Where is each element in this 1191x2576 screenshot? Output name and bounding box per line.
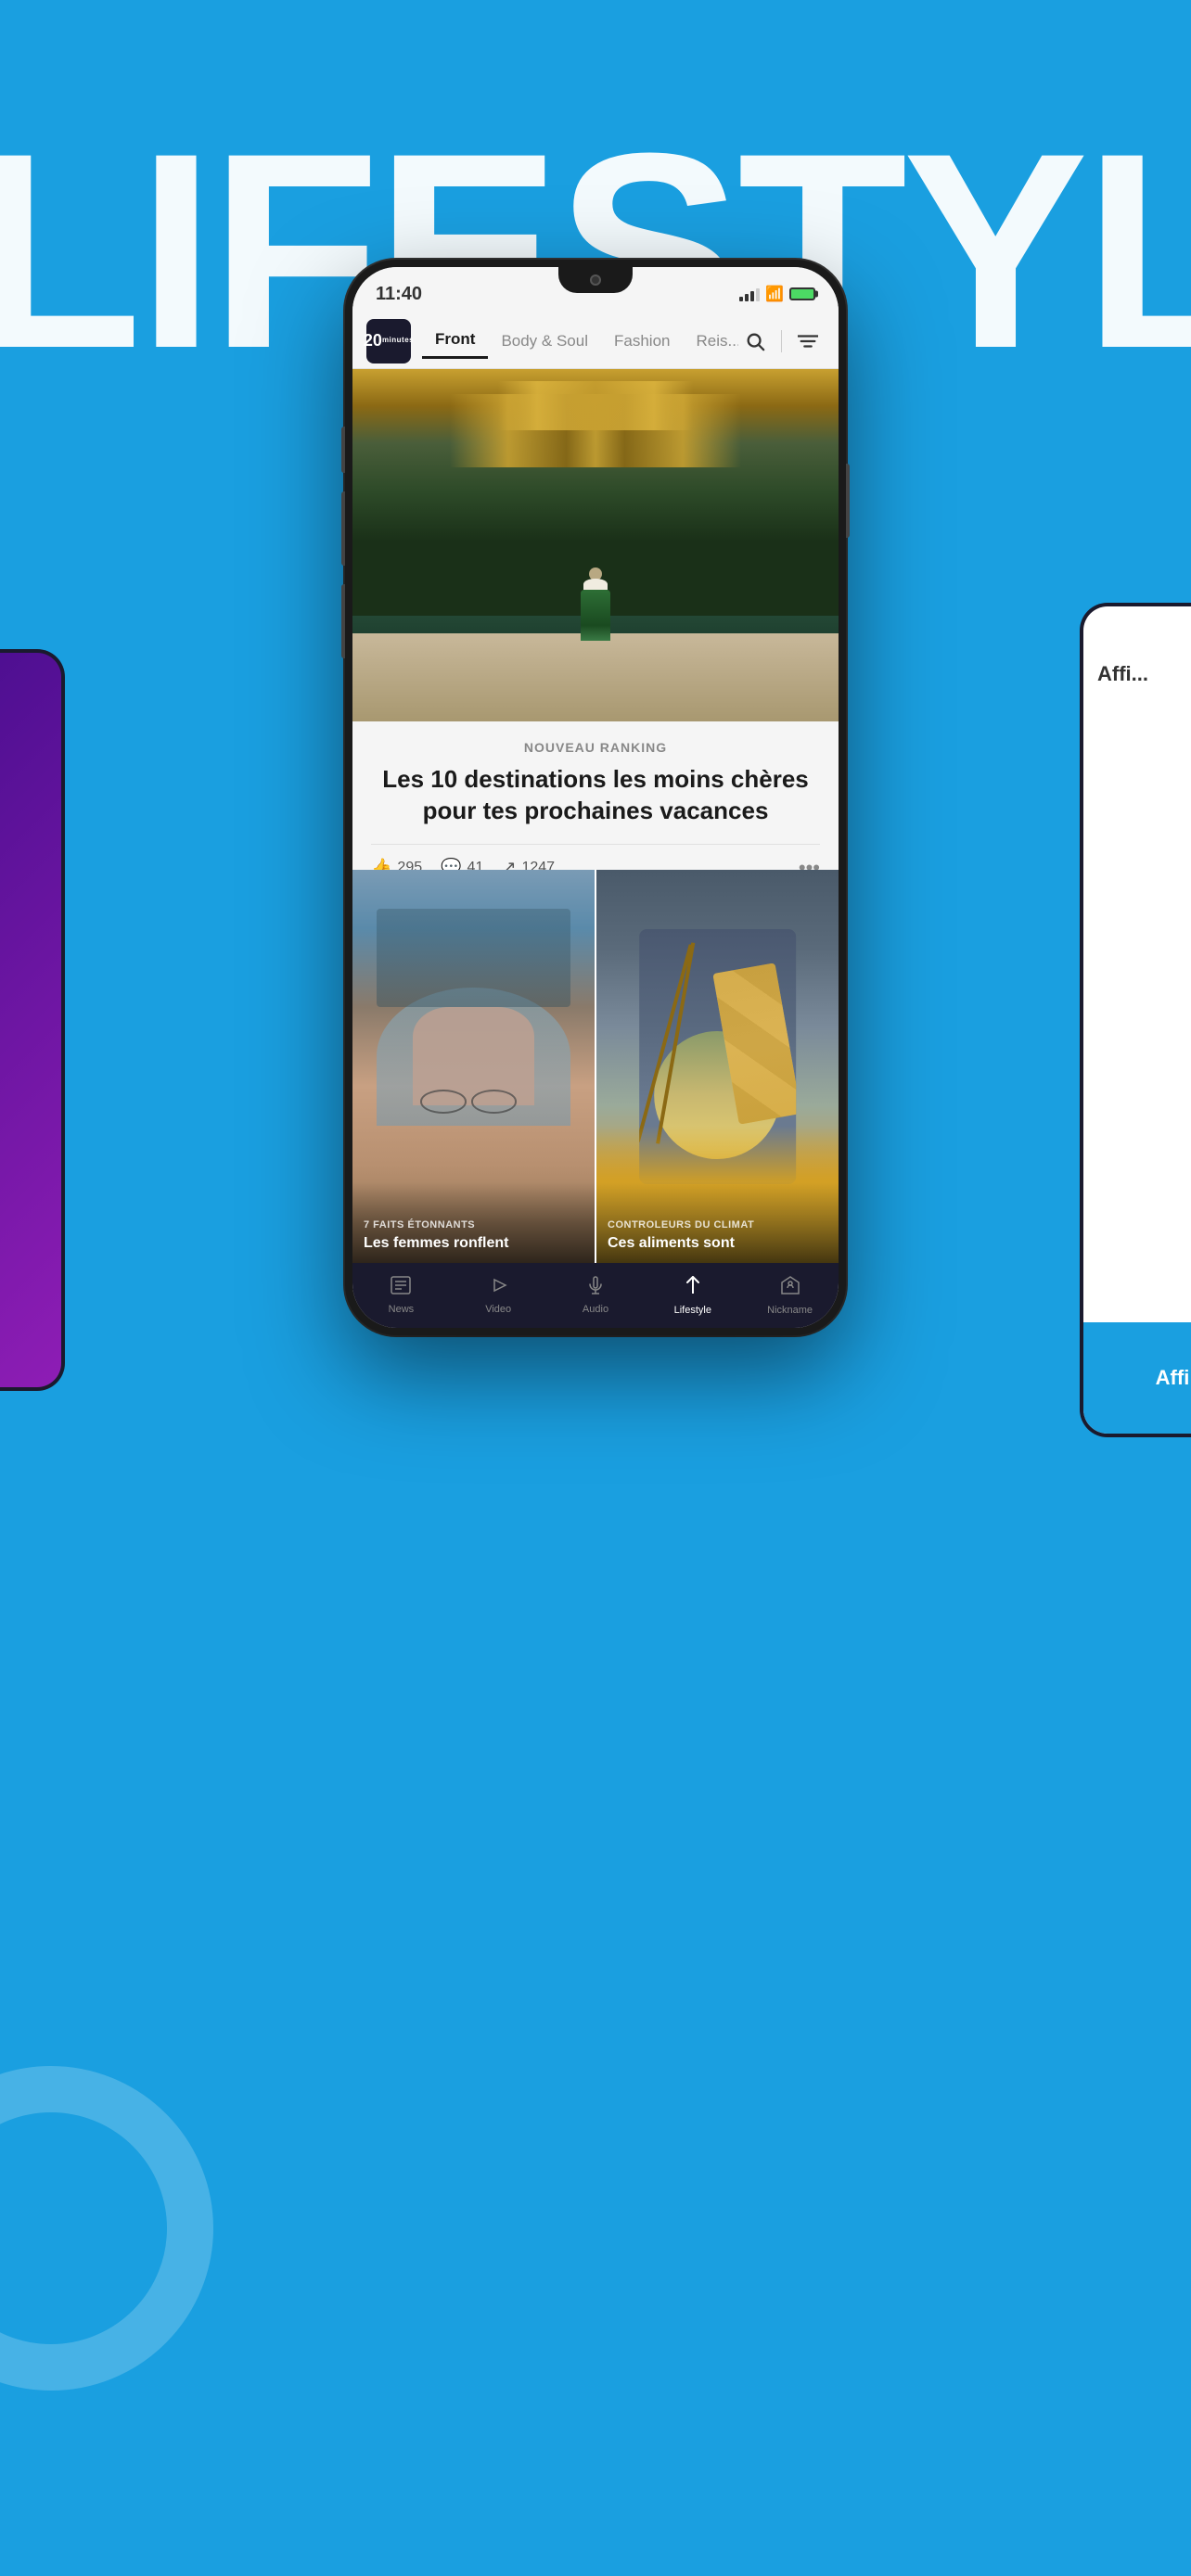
main-phone: 11:40 📶 20 minutes Front [345,260,846,1335]
signal-icon [739,287,760,301]
right-phone-bar-text: Affi [1156,1366,1190,1390]
tab-fashion[interactable]: Fashion [601,325,683,358]
video-icon [488,1276,508,1300]
right-phone-text: Affi... [1097,662,1148,685]
phone-screen: 11:40 📶 20 minutes Front [352,267,839,1328]
camera-dot [590,274,601,286]
grid-caption-left: 7 FAITS ÉTONNANTS Les femmes ronflent [352,1182,595,1263]
divider [781,330,782,352]
lifestyle-icon [685,1275,701,1301]
tab-audio-label: Audio [583,1304,608,1315]
filter-button[interactable] [791,325,825,358]
tab-video[interactable]: Video [450,1269,547,1322]
tab-lifestyle-label: Lifestyle [674,1305,711,1316]
grid-tag-left: 7 FAITS ÉTONNANTS [364,1219,583,1231]
hero-image[interactable] [352,369,839,721]
grid-item-left[interactable]: 7 FAITS ÉTONNANTS Les femmes ronflent [352,870,596,1263]
right-partial-phone: Affi... Affi [1080,603,1191,1437]
battery-icon [789,287,815,300]
grid-caption-right: CONTROLEURS DU CLIMAT Ces aliments sont [596,1182,839,1263]
article-title[interactable]: Les 10 destinations les moins chères pou… [371,764,820,827]
grid-item-right[interactable]: CONTROLEURS DU CLIMAT Ces aliments sont [596,870,839,1263]
phone-volume-down-button [341,584,345,658]
audio-icon [585,1276,606,1300]
article-tag: NOUVEAU RANKING [371,740,820,755]
tab-news-label: News [389,1304,415,1315]
article-grid: 7 FAITS ÉTONNANTS Les femmes ronflent [352,870,839,1263]
nav-header: 20 minutes Front Body & Soul Fashion Rei… [352,313,839,369]
wifi-icon: 📶 [765,285,784,303]
status-icons: 📶 [739,285,815,303]
nav-tabs: Front Body & Soul Fashion Reis... [422,323,738,359]
tab-bar: News Video [352,1263,839,1328]
search-button[interactable] [738,325,772,358]
news-icon [391,1276,411,1300]
left-partial-phone [0,649,65,1391]
tab-nickname-label: Nickname [767,1305,813,1316]
status-time: 11:40 [376,284,422,305]
tab-reis[interactable]: Reis... [683,325,738,358]
phone-mute-button [341,427,345,473]
grid-title-left: Les femmes ronflent [364,1234,583,1252]
phone-volume-up-button [341,491,345,566]
tab-nickname[interactable]: Nickname [741,1268,839,1323]
tab-lifestyle[interactable]: Lifestyle [644,1268,741,1323]
app-logo[interactable]: 20 minutes [366,319,411,363]
tab-news[interactable]: News [352,1269,450,1322]
phone-power-button [846,464,850,538]
tab-body-soul[interactable]: Body & Soul [488,325,601,358]
grid-tag-right: CONTROLEURS DU CLIMAT [608,1219,827,1231]
tab-front[interactable]: Front [422,323,488,359]
nickname-icon [780,1275,800,1301]
nav-actions [738,325,825,358]
phone-notch [558,267,633,293]
grid-title-right: Ces aliments sont [608,1234,827,1252]
tab-audio[interactable]: Audio [547,1269,645,1322]
tab-video-label: Video [485,1304,511,1315]
